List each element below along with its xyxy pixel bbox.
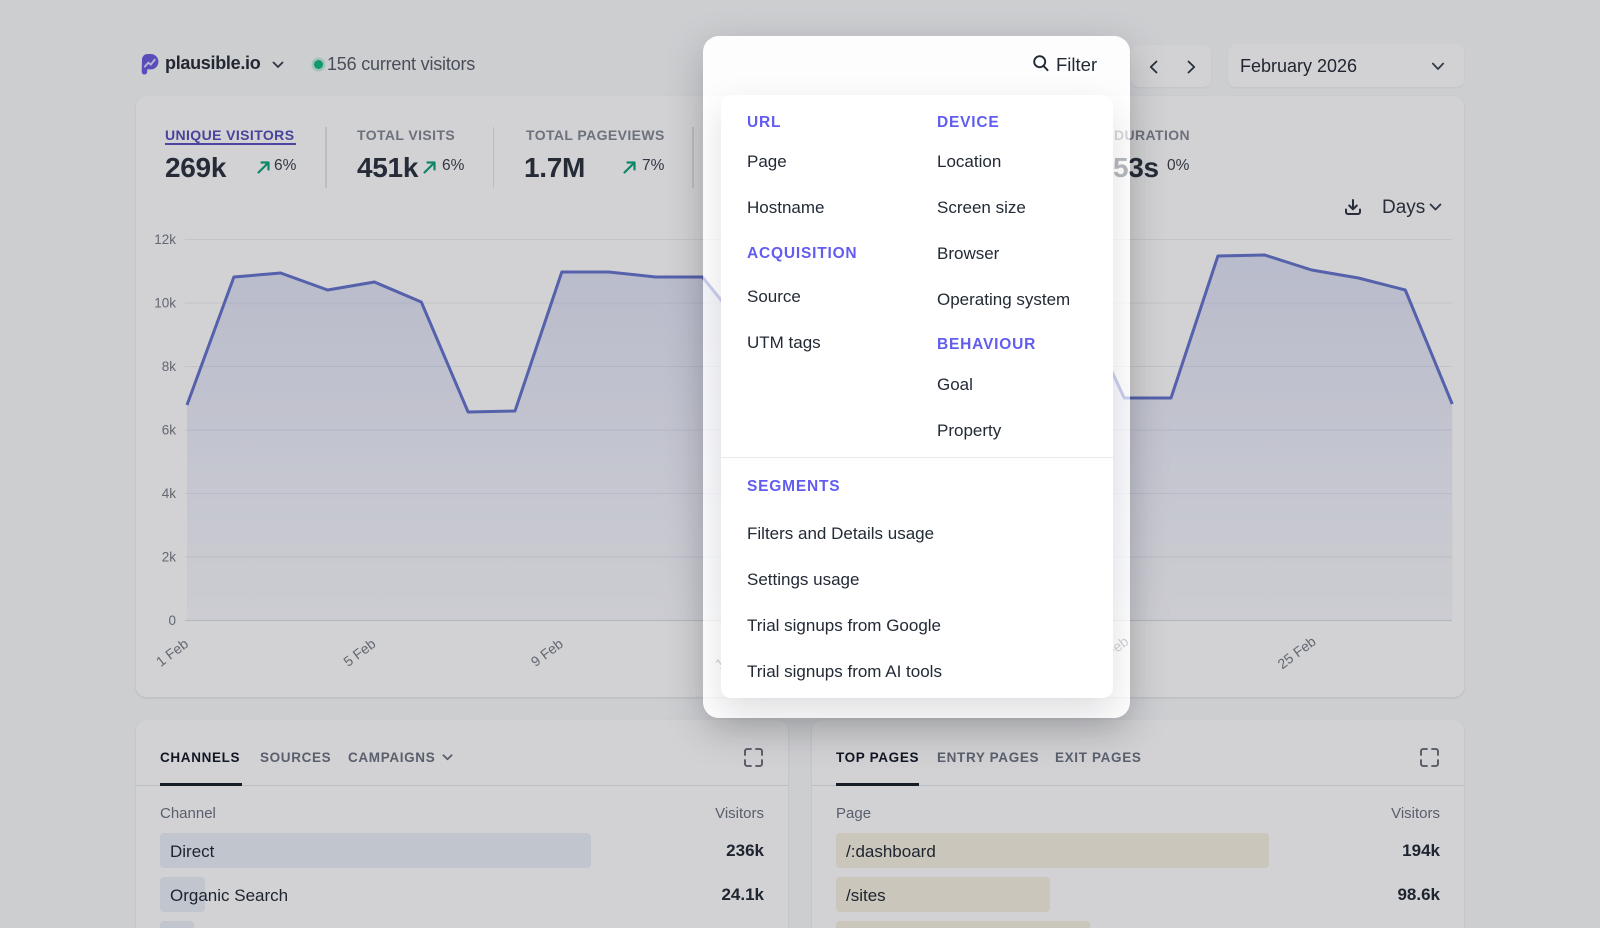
svg-text:10k: 10k: [154, 296, 176, 311]
svg-text:9 Feb: 9 Feb: [528, 635, 566, 669]
svg-text:2k: 2k: [162, 550, 177, 565]
svg-text:25 Feb: 25 Feb: [1274, 633, 1319, 672]
svg-text:0: 0: [168, 613, 176, 628]
svg-text:1 Feb: 1 Feb: [153, 635, 191, 669]
svg-text:5 Feb: 5 Feb: [340, 635, 378, 669]
svg-text:6k: 6k: [162, 423, 177, 438]
svg-text:4k: 4k: [162, 486, 177, 501]
svg-text:8k: 8k: [162, 359, 177, 374]
svg-text:12k: 12k: [154, 232, 176, 247]
